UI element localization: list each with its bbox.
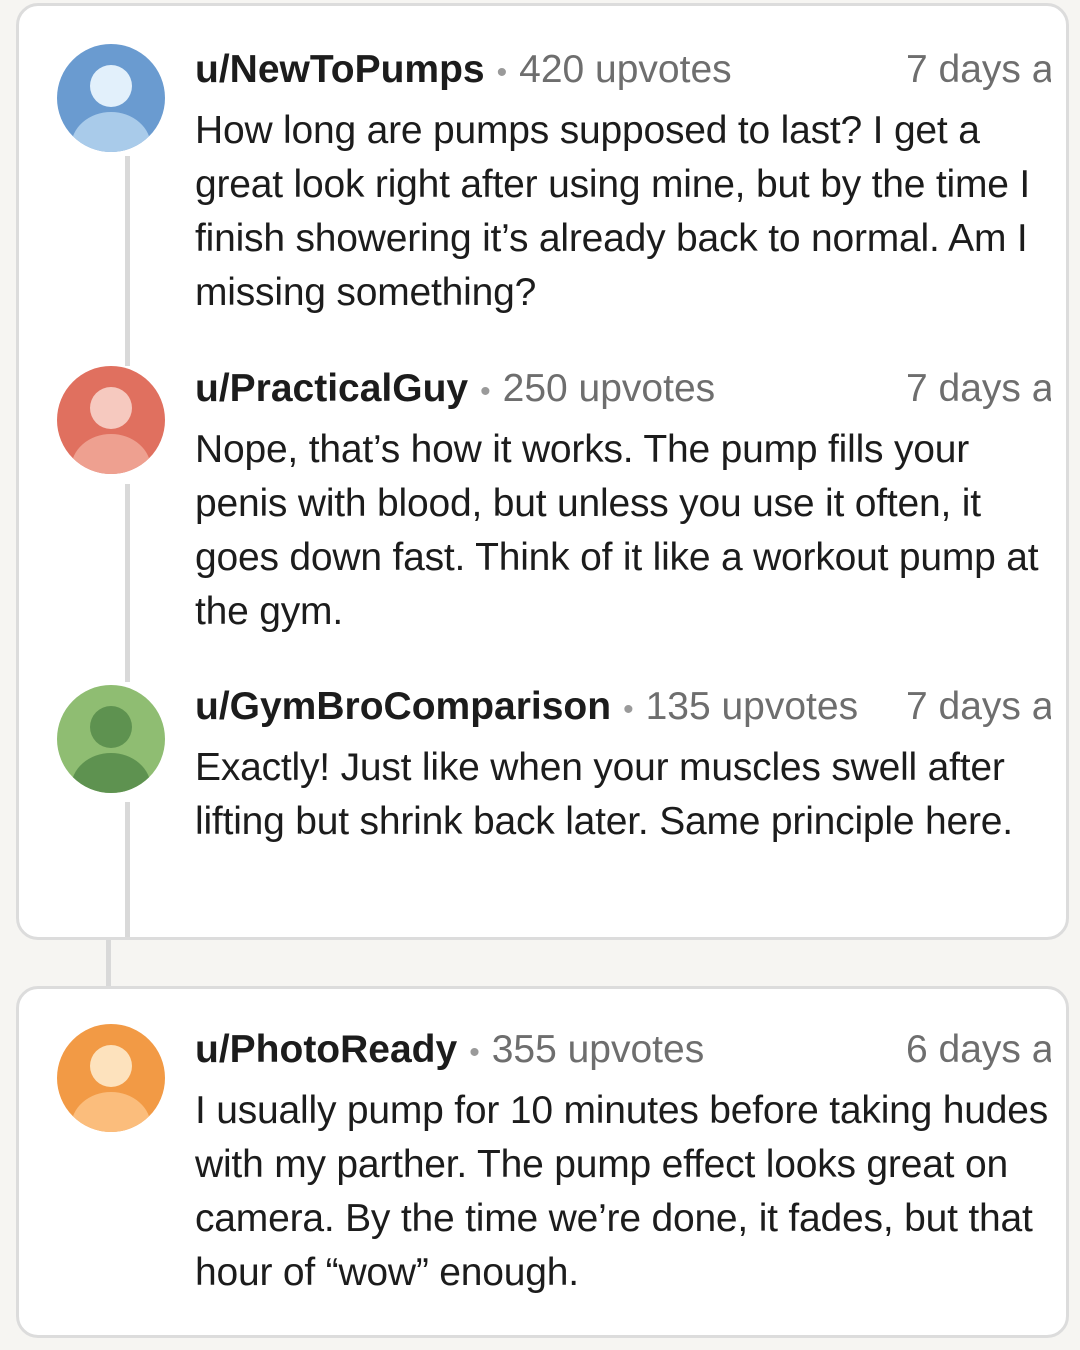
timestamp: 7 days a (896, 42, 1051, 98)
timestamp: 6 days a (896, 1022, 1051, 1078)
avatar-head-icon (90, 387, 132, 429)
avatar[interactable] (57, 44, 165, 152)
comment-meta: u/PracticalGuy • 250 upvotes 7 days a (195, 361, 1051, 417)
comment-thread-card: u/PhotoReady • 355 upvotes 6 days a I usua… (16, 986, 1069, 1338)
upvote-count: 135 upvotes (645, 685, 859, 728)
avatar-body-icon (71, 112, 151, 152)
thread-line (106, 940, 111, 986)
comment-body: Exactly! Just like when your muscles swe… (195, 746, 1013, 843)
comment-meta: u/PhotoReady • 355 upvotes 6 days a (195, 1022, 1051, 1078)
separator-dot: • (496, 56, 508, 89)
comment-body: Nope, that’s how it works. The pump fill… (195, 428, 1039, 633)
avatar-body-icon (71, 753, 151, 793)
username-link[interactable]: u/PhotoReady (195, 1028, 457, 1071)
separator-dot: • (623, 693, 634, 726)
timestamp: 7 days a (896, 679, 1051, 735)
upvote-count: 420 upvotes (519, 48, 732, 91)
comment-meta: u/GymBroComparison • 135 upvotes 7 days a (195, 679, 1051, 735)
comment-thread-card: u/NewToPumps • 420 upvotes 7 days a How lo… (16, 3, 1069, 940)
avatar-body-icon (71, 1092, 151, 1132)
comment: u/PracticalGuy • 250 upvotes 7 days a Nope… (19, 361, 1066, 651)
timestamp: 7 days a (896, 361, 1051, 417)
separator-dot: • (469, 1036, 480, 1069)
comment: u/GymBroComparison • 135 upvotes 7 days a … (19, 679, 1066, 919)
avatar-head-icon (90, 1045, 132, 1087)
avatar[interactable] (57, 685, 165, 793)
username-link[interactable]: u/GymBroComparison (195, 685, 611, 728)
comment-body: I usually pump for 10 minutes before tak… (195, 1089, 1049, 1294)
avatar-head-icon (90, 65, 132, 107)
upvote-count: 355 upvotes (491, 1028, 705, 1071)
comment: u/NewToPumps • 420 upvotes 7 days a How lo… (19, 42, 1066, 332)
avatar[interactable] (57, 1024, 165, 1132)
avatar-head-icon (90, 706, 132, 748)
username-link[interactable]: u/PracticalGuy (195, 367, 468, 410)
separator-dot: • (480, 375, 491, 408)
comment: u/PhotoReady • 355 upvotes 6 days a I usua… (19, 1022, 1066, 1322)
avatar-body-icon (71, 434, 151, 474)
comment-meta: u/NewToPumps • 420 upvotes 7 days a (195, 42, 1051, 98)
avatar[interactable] (57, 366, 165, 474)
comment-body: How long are pumps supposed to last? I g… (195, 109, 1031, 314)
username-link[interactable]: u/NewToPumps (195, 48, 485, 91)
upvote-count: 250 upvotes (502, 367, 716, 410)
